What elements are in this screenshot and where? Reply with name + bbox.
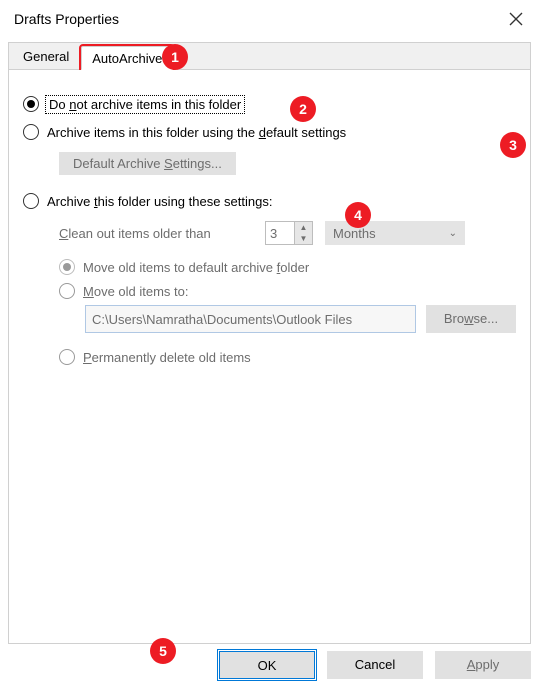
option-default-settings-label: Archive items in this folder using the d…	[47, 125, 346, 140]
option-do-not-archive[interactable]: Do not archive items in this folder	[23, 96, 516, 112]
tabstrip: General AutoArchive	[8, 42, 531, 70]
option-these-settings-label: Archive this folder using these settings…	[47, 194, 272, 209]
option-these-settings[interactable]: Archive this folder using these settings…	[23, 193, 516, 209]
clean-out-spinner[interactable]: ▲ ▼	[265, 221, 313, 245]
chevron-down-icon: ⌄	[449, 228, 457, 239]
radio-icon[interactable]	[59, 259, 75, 275]
annotation-3: 3	[500, 132, 526, 158]
radio-icon[interactable]	[23, 96, 39, 112]
path-row: Browse...	[85, 305, 516, 333]
option-move-to-label: Move old items to:	[83, 284, 189, 299]
radio-icon[interactable]	[59, 283, 75, 299]
clean-out-row: Clean out items older than ▲ ▼ Months ⌄	[59, 221, 516, 245]
close-icon[interactable]	[507, 10, 525, 28]
default-archive-settings-button[interactable]: Default Archive Settings...	[59, 152, 236, 175]
tab-autoarchive[interactable]: AutoArchive	[81, 46, 173, 70]
clean-out-value[interactable]	[265, 221, 295, 245]
annotation-1: 1	[162, 44, 188, 70]
ok-button[interactable]: OK	[219, 651, 315, 679]
default-settings-group: Default Archive Settings...	[59, 152, 516, 175]
annotation-4: 4	[345, 202, 371, 228]
option-move-default[interactable]: .radio.disabled.checked::after{backgroun…	[59, 259, 516, 275]
window-title: Drafts Properties	[14, 11, 119, 27]
option-perm-delete[interactable]: Permanently delete old items	[59, 349, 516, 365]
annotation-2: 2	[290, 96, 316, 122]
these-settings-group: Clean out items older than ▲ ▼ Months ⌄ …	[59, 221, 516, 365]
radio-icon[interactable]	[23, 124, 39, 140]
option-do-not-archive-label: Do not archive items in this folder	[47, 97, 243, 112]
annotation-5: 5	[150, 638, 176, 664]
client-area: General AutoArchive Do not archive items…	[8, 42, 531, 679]
titlebar: Drafts Properties	[0, 0, 539, 38]
radio-icon[interactable]	[23, 193, 39, 209]
period-combo[interactable]: Months ⌄	[325, 221, 465, 245]
clean-out-label: Clean out items older than	[59, 226, 259, 241]
apply-button[interactable]: Apply	[435, 651, 531, 679]
tabpage-autoarchive: Do not archive items in this folder Arch…	[8, 70, 531, 644]
browse-button[interactable]: Browse...	[426, 305, 516, 333]
option-perm-delete-label: Permanently delete old items	[83, 350, 251, 365]
spinner-down-icon[interactable]: ▼	[295, 233, 312, 244]
spinner-up-icon[interactable]: ▲	[295, 222, 312, 233]
radio-icon[interactable]	[59, 349, 75, 365]
period-combo-value: Months	[333, 226, 376, 241]
cancel-button[interactable]: Cancel	[327, 651, 423, 679]
dialog-buttons: OK Cancel Apply	[219, 651, 531, 679]
option-move-to[interactable]: Move old items to:	[59, 283, 516, 299]
tab-general[interactable]: General	[13, 45, 79, 69]
option-move-default-label: Move old items to default archive folder	[83, 260, 309, 275]
archive-path-input[interactable]	[85, 305, 416, 333]
option-default-settings[interactable]: Archive items in this folder using the d…	[23, 124, 516, 140]
